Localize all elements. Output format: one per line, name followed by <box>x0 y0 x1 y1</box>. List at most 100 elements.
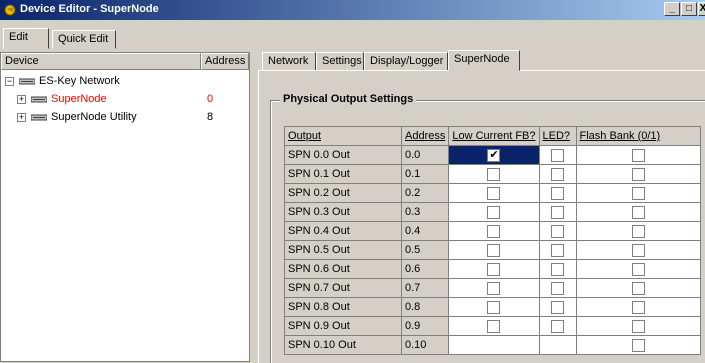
led-cell[interactable] <box>538 278 577 298</box>
flash-bank-checkbox[interactable] <box>631 300 645 314</box>
flash-bank-cell[interactable] <box>575 335 701 355</box>
tab-settings[interactable]: Settings <box>316 52 364 71</box>
address-column-header[interactable]: Address <box>201 53 249 70</box>
flash-bank-cell[interactable] <box>575 221 701 241</box>
table-row[interactable]: SPN 0.0 Out 0.0 ✔ <box>284 145 701 165</box>
table-row[interactable]: SPN 0.5 Out 0.5 <box>284 240 701 260</box>
tab-network[interactable]: Network <box>262 52 316 71</box>
minimize-button[interactable]: _ <box>664 2 680 16</box>
led-cell[interactable] <box>538 240 577 260</box>
tab-edit[interactable]: Edit <box>3 28 49 49</box>
low-current-fb-checkbox[interactable] <box>487 300 501 314</box>
table-row[interactable]: SPN 0.4 Out 0.4 <box>284 221 701 241</box>
led-checkbox[interactable] <box>551 224 565 238</box>
header-output[interactable]: Output <box>284 126 402 146</box>
low-current-fb-cell[interactable] <box>448 221 540 241</box>
header-flash-bank[interactable]: Flash Bank (0/1) <box>575 126 701 146</box>
header-address[interactable]: Address <box>400 126 450 146</box>
plus-expander-icon[interactable]: + <box>17 113 26 122</box>
minus-expander-icon[interactable]: − <box>5 77 14 86</box>
led-cell[interactable] <box>538 221 577 241</box>
flash-bank-cell[interactable] <box>575 259 701 279</box>
flash-bank-cell[interactable] <box>575 240 701 260</box>
flash-bank-cell[interactable] <box>575 316 701 336</box>
tab-supernode[interactable]: SuperNode <box>448 50 520 71</box>
flash-bank-checkbox[interactable] <box>631 148 645 162</box>
device-tree[interactable]: Device Address − ES-Key Network + SuperN… <box>0 52 250 362</box>
led-cell[interactable] <box>538 183 577 203</box>
flash-bank-cell[interactable] <box>575 164 701 184</box>
flash-bank-checkbox[interactable] <box>631 205 645 219</box>
plus-expander-icon[interactable]: + <box>17 95 26 104</box>
led-checkbox[interactable] <box>551 186 565 200</box>
led-checkbox[interactable] <box>551 243 565 257</box>
led-cell[interactable] <box>538 259 577 279</box>
led-checkbox[interactable] <box>551 281 565 295</box>
flash-bank-cell[interactable] <box>575 202 701 222</box>
table-row[interactable]: SPN 0.2 Out 0.2 <box>284 183 701 203</box>
tab-quick-edit[interactable]: Quick Edit <box>52 30 116 49</box>
table-row[interactable]: SPN 0.10 Out 0.10 <box>284 335 701 355</box>
low-current-fb-cell[interactable] <box>448 164 540 184</box>
led-checkbox[interactable] <box>551 319 565 333</box>
low-current-fb-checkbox[interactable] <box>487 319 501 333</box>
led-checkbox[interactable] <box>551 167 565 181</box>
led-cell[interactable] <box>538 335 577 355</box>
low-current-fb-checkbox[interactable] <box>487 262 501 276</box>
flash-bank-checkbox[interactable] <box>631 167 645 181</box>
flash-bank-checkbox[interactable] <box>631 224 645 238</box>
tree-root[interactable]: − ES-Key Network <box>5 74 245 90</box>
device-column-header[interactable]: Device <box>1 53 201 70</box>
output-cell: SPN 0.2 Out <box>284 183 402 203</box>
table-row[interactable]: SPN 0.8 Out 0.8 <box>284 297 701 317</box>
header-low-current-fb[interactable]: Low Current FB? <box>448 126 540 146</box>
low-current-fb-cell[interactable] <box>448 297 540 317</box>
table-row[interactable]: SPN 0.6 Out 0.6 <box>284 259 701 279</box>
flash-bank-cell[interactable] <box>575 183 701 203</box>
low-current-fb-cell[interactable] <box>448 183 540 203</box>
low-current-fb-checkbox[interactable] <box>487 167 501 181</box>
flash-bank-checkbox[interactable] <box>631 281 645 295</box>
flash-bank-cell[interactable] <box>575 278 701 298</box>
low-current-fb-checkbox[interactable] <box>487 186 501 200</box>
low-current-fb-cell[interactable] <box>448 240 540 260</box>
led-cell[interactable] <box>538 316 577 336</box>
led-cell[interactable] <box>538 202 577 222</box>
tab-display-logger[interactable]: Display/Logger <box>364 52 448 71</box>
tree-node-supernode[interactable]: + SuperNode 0 <box>17 92 247 108</box>
table-row[interactable]: SPN 0.3 Out 0.3 <box>284 202 701 222</box>
close-button[interactable]: X <box>698 2 705 16</box>
flash-bank-checkbox[interactable] <box>631 243 645 257</box>
table-row[interactable]: SPN 0.1 Out 0.1 <box>284 164 701 184</box>
tree-node-supernode-utility[interactable]: + SuperNode Utility 8 <box>17 110 247 126</box>
led-checkbox[interactable] <box>551 300 565 314</box>
low-current-fb-checkbox[interactable]: ✔ <box>487 148 501 162</box>
maximize-button[interactable]: □ <box>681 2 697 16</box>
led-cell[interactable] <box>538 297 577 317</box>
low-current-fb-cell[interactable]: ✔ <box>448 145 540 165</box>
low-current-fb-checkbox[interactable] <box>487 281 501 295</box>
header-led[interactable]: LED? <box>538 126 577 146</box>
low-current-fb-cell[interactable] <box>448 278 540 298</box>
flash-bank-checkbox[interactable] <box>631 262 645 276</box>
led-cell[interactable] <box>538 164 577 184</box>
flash-bank-cell[interactable] <box>575 297 701 317</box>
led-cell[interactable] <box>538 145 577 165</box>
table-row[interactable]: SPN 0.9 Out 0.9 <box>284 316 701 336</box>
flash-bank-checkbox[interactable] <box>631 186 645 200</box>
led-checkbox[interactable] <box>551 205 565 219</box>
low-current-fb-cell[interactable] <box>448 259 540 279</box>
low-current-fb-checkbox[interactable] <box>487 224 501 238</box>
low-current-fb-checkbox[interactable] <box>487 205 501 219</box>
low-current-fb-cell[interactable] <box>448 335 540 355</box>
output-cell: SPN 0.6 Out <box>284 259 402 279</box>
flash-bank-checkbox[interactable] <box>631 338 645 352</box>
table-row[interactable]: SPN 0.7 Out 0.7 <box>284 278 701 298</box>
flash-bank-cell[interactable] <box>575 145 701 165</box>
low-current-fb-cell[interactable] <box>448 316 540 336</box>
low-current-fb-cell[interactable] <box>448 202 540 222</box>
led-checkbox[interactable] <box>551 262 565 276</box>
led-checkbox[interactable] <box>551 148 565 162</box>
flash-bank-checkbox[interactable] <box>631 319 645 333</box>
low-current-fb-checkbox[interactable] <box>487 243 501 257</box>
